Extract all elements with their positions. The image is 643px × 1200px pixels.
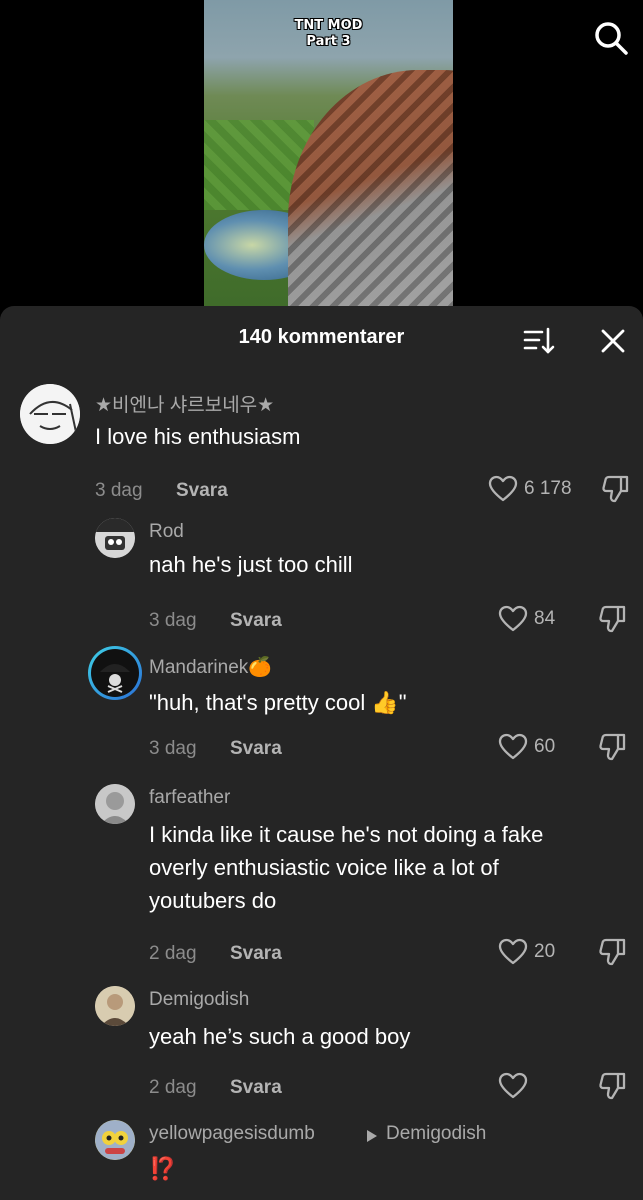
thumbs-down-icon: [599, 1072, 626, 1100]
comment-text: I love his enthusiasm: [95, 424, 301, 449]
thumbs-down-icon: [599, 605, 626, 633]
comment-item: ★비엔나 샤르보네우★ I love his enthusiasm 3 dag …: [0, 384, 643, 504]
comment-time: 3 dag: [149, 610, 197, 631]
comments-sheet: 140 kommentarer ★비엔나 샤르보네우★ I love his e…: [0, 306, 643, 1200]
like-button[interactable]: 6 178: [488, 474, 572, 504]
sort-button[interactable]: [522, 324, 556, 358]
comment-username[interactable]: yellowpagesisdumb: [149, 1123, 315, 1145]
comment-username[interactable]: ★비엔나 샤르보네우★: [95, 390, 274, 417]
video-area[interactable]: TNT MOD Part 3: [0, 0, 643, 320]
like-count: 84: [534, 608, 556, 629]
comment-item: Mandarinek🍊 "huh, that's pretty cool 👍" …: [0, 646, 643, 766]
comment-username[interactable]: Demigodish: [149, 989, 249, 1011]
video-thumbnail[interactable]: TNT MOD Part 3: [204, 0, 453, 320]
dislike-button[interactable]: [598, 732, 628, 762]
heart-icon: [498, 1072, 528, 1099]
comment-item: Rod nah he's just too chill 3 dag Svara …: [0, 518, 643, 633]
dislike-button[interactable]: [598, 1071, 628, 1101]
comment-time: 2 dag: [149, 1077, 197, 1098]
like-count: 6 178: [524, 478, 572, 499]
video-title-line-1: TNT MOD: [294, 18, 363, 33]
like-button[interactable]: 60: [498, 732, 555, 762]
heart-icon: [498, 733, 528, 760]
thumbs-down-icon: [602, 475, 629, 503]
avatar[interactable]: [88, 646, 142, 700]
comment-time: 2 dag: [149, 943, 197, 964]
reply-button[interactable]: Svara: [176, 480, 228, 502]
thumbs-down-icon: [599, 733, 626, 761]
comment-username[interactable]: Rod: [149, 521, 184, 543]
like-button[interactable]: 84: [498, 604, 555, 634]
heart-icon: [498, 938, 528, 965]
reply-button[interactable]: Svara: [230, 1077, 282, 1099]
dislike-button[interactable]: [601, 474, 631, 504]
reply-button[interactable]: Svara: [230, 943, 282, 965]
like-count: 20: [534, 941, 556, 962]
avatar[interactable]: [95, 784, 135, 824]
comment-text-line: youtubers do: [149, 888, 277, 913]
like-button[interactable]: 20: [498, 937, 555, 967]
caret-right-icon: [367, 1130, 377, 1142]
search-icon: [595, 22, 628, 55]
heart-icon: [488, 475, 518, 502]
avatar-cartoon-icon: [95, 1120, 135, 1160]
comment-username[interactable]: farfeather: [149, 787, 230, 809]
comment-item: farfeather I kinda like it cause he's no…: [0, 784, 643, 967]
avatar-robot-icon: [95, 518, 135, 558]
close-button[interactable]: [596, 324, 630, 358]
like-button[interactable]: [498, 1071, 534, 1101]
avatar-portrait-icon: [95, 986, 135, 1026]
comment-text: yeah he’s such a good boy: [149, 1024, 411, 1049]
thumbnail-hill: [288, 70, 453, 320]
comment-username[interactable]: Mandarinek🍊: [149, 655, 272, 679]
comments-header: 140 kommentarer: [0, 306, 643, 370]
video-title-line-2: Part 3: [306, 34, 351, 49]
avatar-pirate-icon: [91, 649, 139, 697]
heart-icon: [498, 605, 528, 632]
avatar[interactable]: [95, 986, 135, 1026]
dislike-button[interactable]: [598, 604, 628, 634]
sort-icon: [523, 327, 555, 354]
dislike-button[interactable]: [598, 937, 628, 967]
avatar-sketch-icon: [20, 384, 80, 444]
avatar[interactable]: [95, 518, 135, 558]
video-title: TNT MOD Part 3: [204, 18, 453, 50]
comment-text-line: I kinda like it cause he's not doing a f…: [149, 822, 544, 847]
reply-button[interactable]: Svara: [230, 610, 282, 632]
comment-time: 3 dag: [95, 480, 143, 501]
comment-text: ⁉️: [149, 1156, 177, 1181]
comment-text: nah he's just too chill: [149, 552, 353, 577]
reply-button[interactable]: Svara: [230, 738, 282, 760]
comment-text-line: overly enthusiastic voice like a lot of: [149, 855, 499, 880]
thumbs-down-icon: [599, 938, 626, 966]
comment-text: "huh, that's pretty cool 👍": [149, 690, 407, 715]
avatar[interactable]: [95, 1120, 135, 1160]
close-icon: [601, 329, 625, 353]
reply-to-username[interactable]: Demigodish: [386, 1123, 486, 1145]
like-count: 60: [534, 736, 556, 757]
comment-item: yellowpagesisdumb Demigodish ⁉️: [0, 1120, 643, 1200]
search-button[interactable]: [593, 20, 629, 56]
avatar-statue-icon: [95, 784, 135, 824]
comment-item: Demigodish yeah he’s such a good boy 2 d…: [0, 986, 643, 1100]
comment-time: 3 dag: [149, 738, 197, 759]
avatar[interactable]: [20, 384, 80, 444]
